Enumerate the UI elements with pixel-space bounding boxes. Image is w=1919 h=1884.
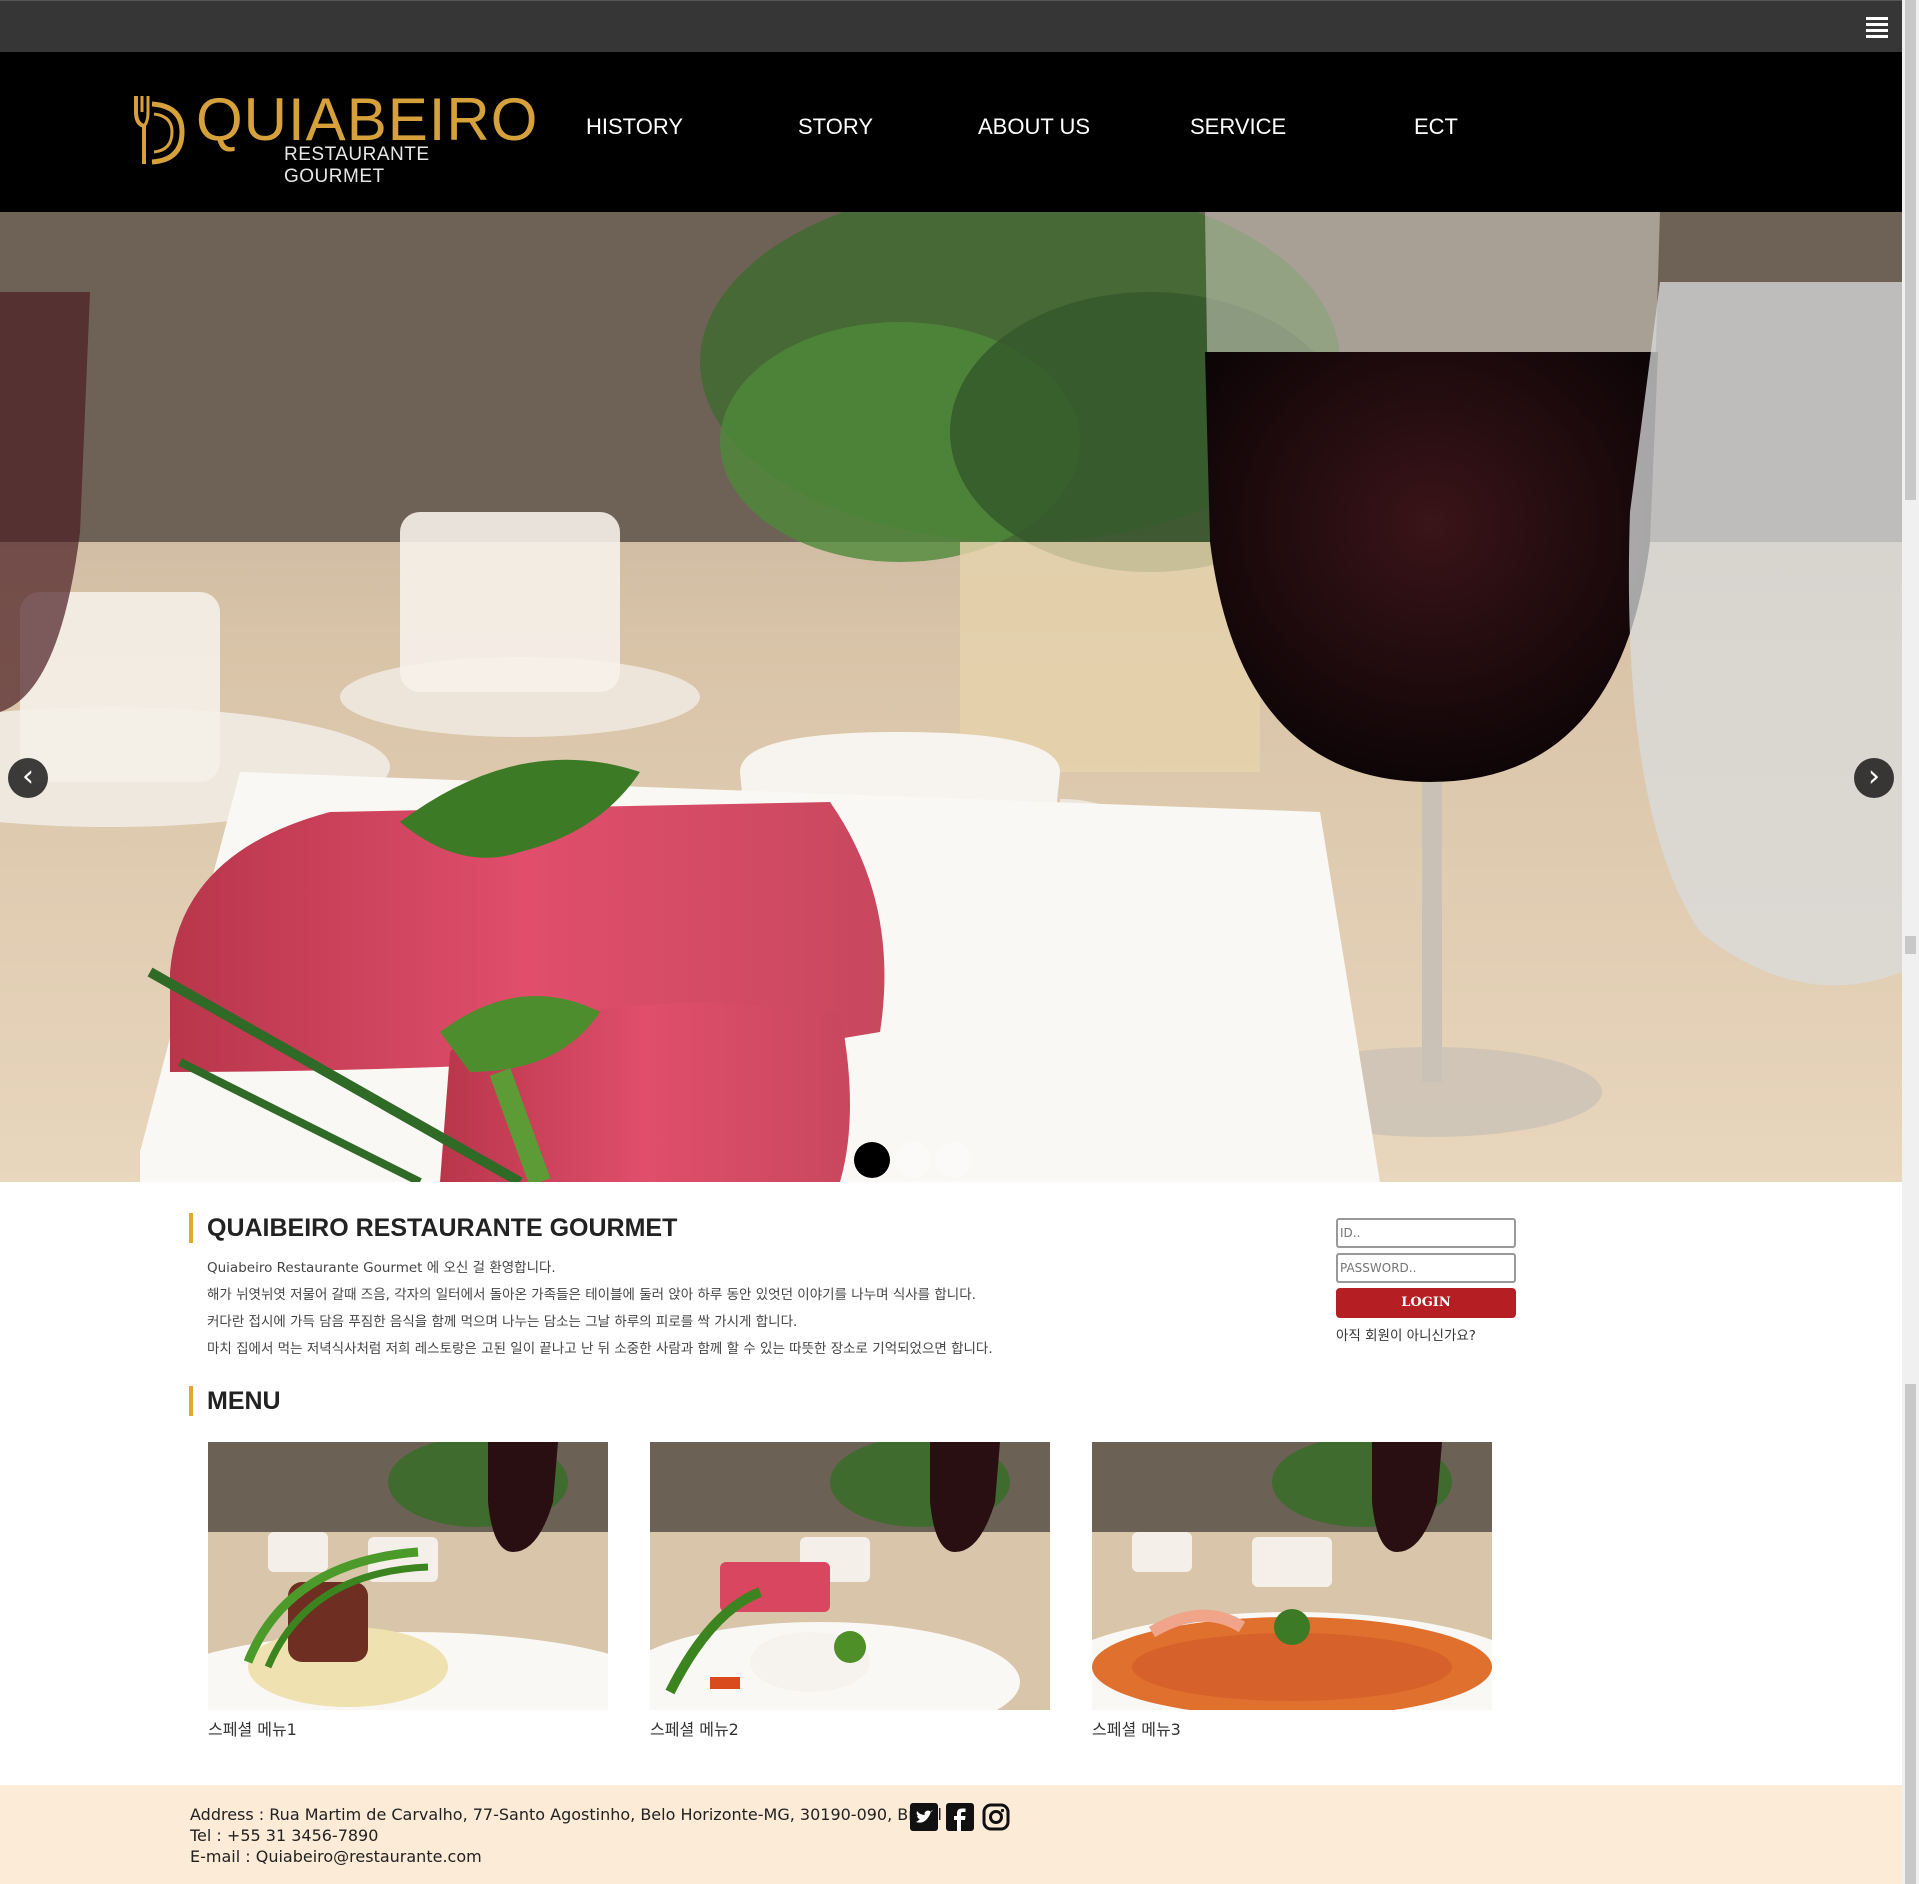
site-header: QUIABEIRO RESTAURANTE GOURMET HISTORY ST… — [0, 52, 1902, 212]
footer-email[interactable]: E-mail : Quiabeiro@restaurante.com — [190, 1846, 942, 1867]
instagram-icon[interactable] — [982, 1803, 1010, 1831]
menu-card[interactable]: 스페셜 메뉴2 — [650, 1442, 1050, 1740]
intro-line: Quiabeiro Restaurante Gourmet 에 오신 걸 환영합… — [207, 1260, 556, 1276]
menu-title: MENU — [189, 1386, 281, 1416]
menu-card[interactable]: 스페셜 메뉴1 — [208, 1442, 608, 1740]
menu-card[interactable]: 스페셜 메뉴3 — [1092, 1442, 1492, 1740]
fork-plate-logo-icon — [134, 96, 185, 165]
intro-text: Quiabeiro Restaurante Gourmet 에 오신 걸 환영합… — [207, 1255, 1297, 1363]
intro-line: 마치 집에서 먹는 저녁식사처럼 저희 레스토랑은 고된 일이 끝나고 난 뒤 … — [207, 1341, 993, 1357]
top-bar — [0, 0, 1902, 52]
intro-title: QUAIBEIRO RESTAURANTE GOURMET — [189, 1213, 677, 1243]
menu-caption: 스페셜 메뉴2 — [650, 1720, 739, 1739]
footer-address: Address : Rua Martim de Carvalho, 77-San… — [190, 1805, 942, 1824]
nav-item-service[interactable]: SERVICE — [1190, 114, 1286, 140]
slider-dot-2[interactable] — [895, 1142, 931, 1178]
page: QUIABEIRO RESTAURANTE GOURMET HISTORY ST… — [0, 0, 1902, 1884]
site-footer: Address : Rua Martim de Carvalho, 77-San… — [0, 1785, 1902, 1884]
scrollbar-thumb[interactable] — [1905, 0, 1916, 500]
scrollbar-thumb[interactable] — [1905, 936, 1916, 954]
scrollbar-thumb[interactable] — [1905, 1384, 1916, 1884]
nav-item-ect[interactable]: ECT — [1414, 114, 1458, 140]
nav-item-story[interactable]: STORY — [798, 114, 873, 140]
login-form: LOGIN 아직 회원이 아니신가요? — [1336, 1218, 1516, 1344]
facebook-icon[interactable] — [946, 1803, 974, 1831]
vertical-scrollbar[interactable] — [1902, 0, 1919, 1884]
hero-slider: ‹ › — [0, 212, 1902, 1182]
footer-contact: Address : Rua Martim de Carvalho, 77-San… — [190, 1804, 942, 1867]
menu-image-3 — [1092, 1442, 1492, 1710]
intro-line: 커다란 접시에 가득 담음 푸짐한 음식을 함께 먹으며 나누는 담소는 그날 … — [207, 1314, 798, 1330]
slider-next-button[interactable]: › — [1854, 758, 1894, 798]
hamburger-icon[interactable] — [1866, 17, 1888, 39]
menu-image-2 — [650, 1442, 1050, 1710]
signup-link[interactable]: 아직 회원이 아니신가요? — [1336, 1324, 1516, 1344]
main-nav: HISTORY STORY ABOUT US SERVICE ECT — [550, 52, 1500, 212]
brand-tagline: RESTAURANTE GOURMET — [284, 144, 430, 187]
menu-caption: 스페셜 메뉴3 — [1092, 1720, 1181, 1739]
footer-tel: Tel : +55 31 3456-7890 — [190, 1826, 379, 1845]
twitter-icon[interactable] — [910, 1803, 938, 1831]
id-field[interactable] — [1336, 1218, 1516, 1248]
slider-prev-button[interactable]: ‹ — [8, 758, 48, 798]
intro-line: 해가 뉘엿뉘엿 저물어 갈때 즈음, 각자의 일터에서 돌아온 가족들은 테이블… — [207, 1287, 976, 1303]
nav-item-history[interactable]: HISTORY — [586, 114, 683, 140]
password-field[interactable] — [1336, 1253, 1516, 1283]
nav-item-about-us[interactable]: ABOUT US — [978, 114, 1090, 140]
login-button[interactable]: LOGIN — [1336, 1288, 1516, 1318]
logo[interactable]: QUIABEIRO RESTAURANTE GOURMET — [128, 86, 537, 187]
menu-caption: 스페셜 메뉴1 — [208, 1720, 297, 1739]
hero-image — [0, 212, 1902, 1182]
slider-dot-1[interactable] — [854, 1142, 890, 1178]
menu-image-1 — [208, 1442, 608, 1710]
slider-dot-3[interactable] — [936, 1142, 972, 1178]
